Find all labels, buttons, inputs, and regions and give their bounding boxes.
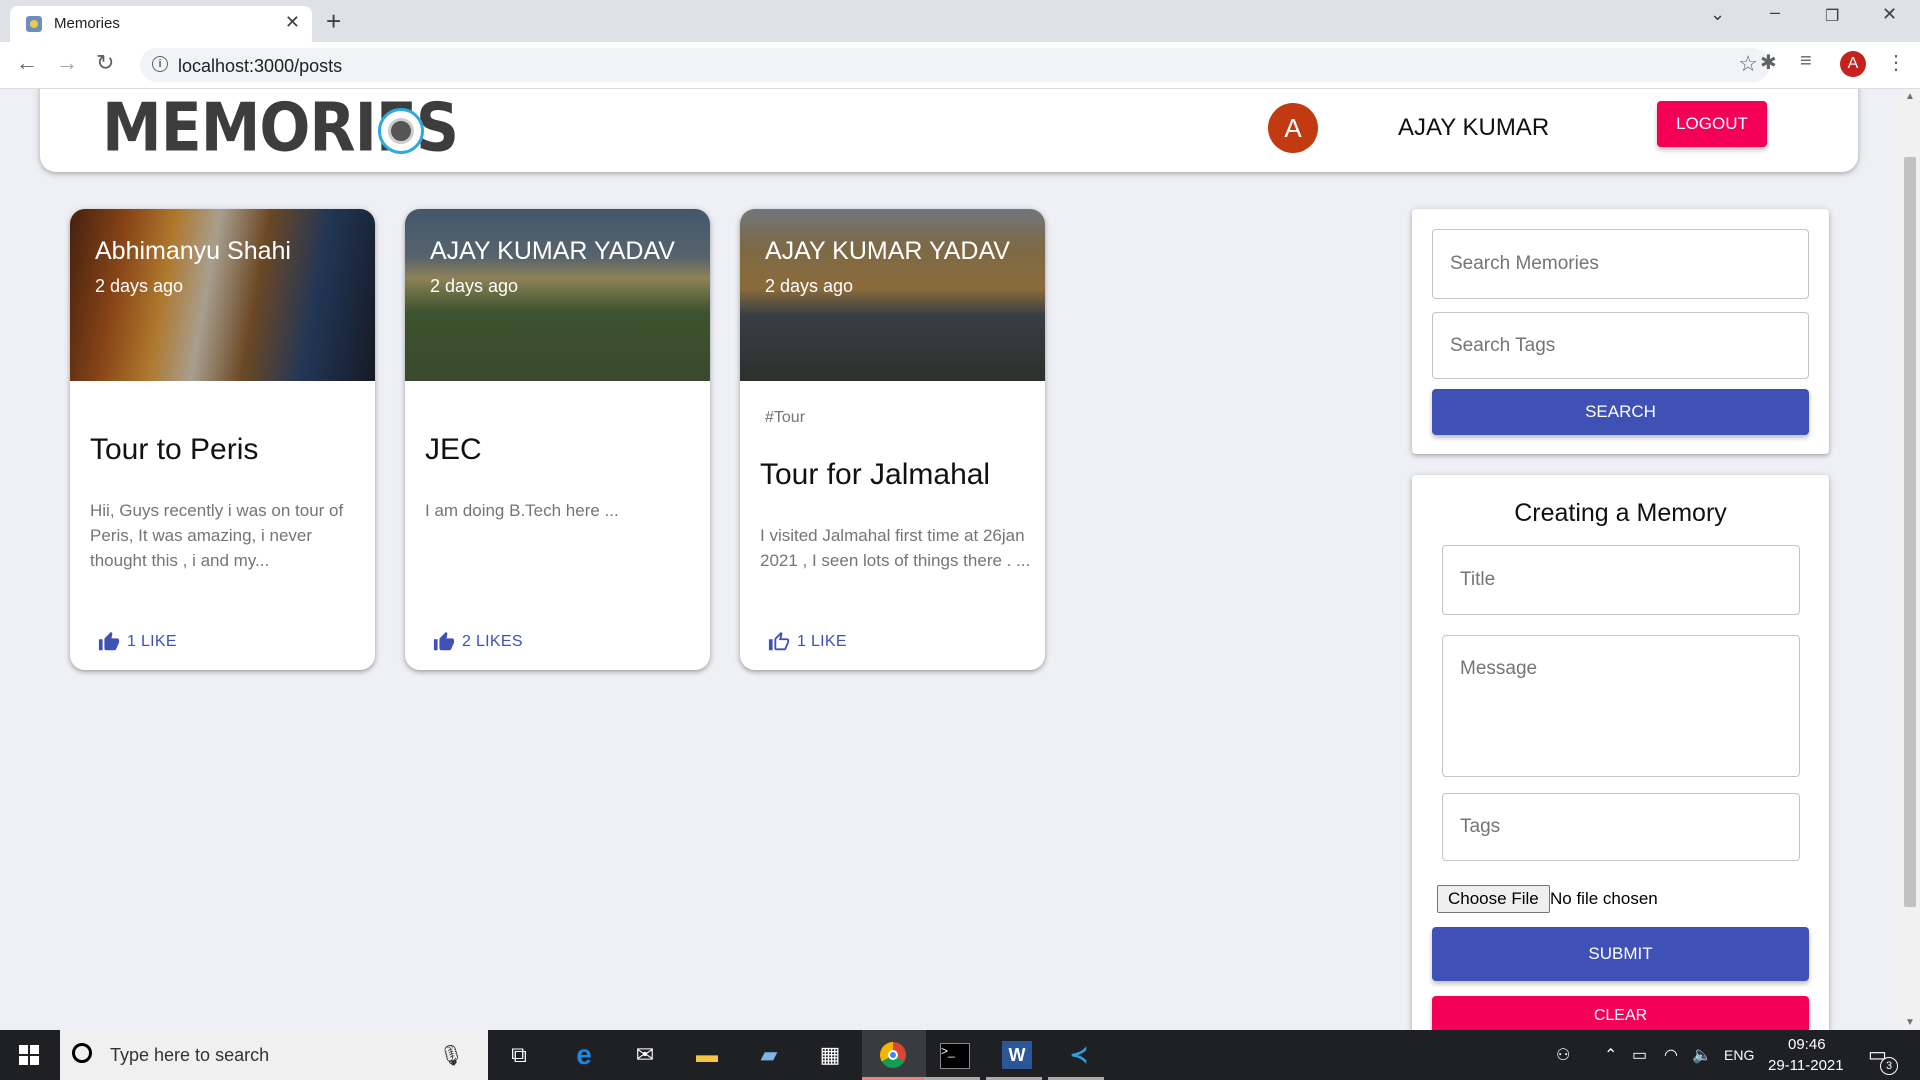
page-viewport: MEMORIES A AJAY KUMAR LOGOUT Abhimanyu S… — [0, 89, 1900, 1030]
windows-start-icon[interactable] — [19, 1045, 39, 1065]
search-panel: Search Memories Search Tags SEARCH — [1412, 209, 1829, 454]
tab-search-chevron-icon[interactable]: ⌄ — [1710, 4, 1725, 25]
close-tab-icon[interactable]: ✕ — [285, 12, 300, 33]
message-textarea[interactable]: Message — [1442, 635, 1800, 777]
like-count: 1 LIKE — [797, 633, 847, 650]
logout-button[interactable]: LOGOUT — [1657, 101, 1767, 147]
post-message: I visited Jalmahal first time at 26jan 2… — [760, 526, 1031, 570]
people-icon[interactable]: ⚇ — [1556, 1045, 1570, 1065]
site-info-icon[interactable]: i — [152, 56, 168, 72]
like-button[interactable]: 2 LIKES — [432, 628, 523, 656]
notification-count-badge: 3 — [1880, 1057, 1898, 1075]
post-title: Tour for Jalmahal — [760, 458, 991, 491]
terminal-icon[interactable]: >_ — [940, 1043, 970, 1069]
app-bar: MEMORIES A AJAY KUMAR LOGOUT — [40, 89, 1858, 172]
desktop-app-icon[interactable]: ▰ — [754, 1041, 784, 1069]
clear-button[interactable]: CLEAR — [1432, 996, 1809, 1030]
browser-tab[interactable]: Memories ✕ — [10, 6, 312, 42]
file-explorer-icon[interactable]: ▬ — [692, 1041, 722, 1069]
restore-icon[interactable]: ❐ — [1825, 6, 1839, 26]
page-scrollbar[interactable]: ▲ ▼ — [1900, 89, 1920, 1030]
language-indicator[interactable]: ENG — [1724, 1047, 1754, 1063]
wifi-icon[interactable]: ◠ — [1664, 1045, 1678, 1065]
taskbar-search-box[interactable]: Type here to search 🎙 — [60, 1030, 488, 1080]
close-window-icon[interactable]: ✕ — [1882, 4, 1897, 25]
volume-icon[interactable]: 🔈 — [1692, 1045, 1712, 1065]
address-bar[interactable]: i localhost:3000/posts ☆ — [140, 48, 1770, 82]
thumb-up-icon — [98, 631, 120, 651]
bookmark-star-icon[interactable]: ☆ — [1738, 51, 1758, 77]
post-author: AJAY KUMAR YADAV — [765, 237, 1010, 265]
forward-icon[interactable]: → — [56, 50, 78, 76]
post-time: 2 days ago — [95, 276, 184, 296]
clock-time[interactable]: 09:46 — [1788, 1036, 1826, 1053]
chrome-active-task[interactable] — [862, 1030, 926, 1080]
scroll-down-icon[interactable]: ▼ — [1905, 1017, 1915, 1028]
post-card: Abhimanyu Shahi 2 days ago Tour to Peris… — [70, 209, 375, 670]
browser-tabstrip: Memories ✕ + ⌄ – ❐ ✕ — [0, 0, 1920, 42]
post-message: I am doing B.Tech here ... — [425, 501, 619, 520]
title-input[interactable]: Title — [1442, 545, 1800, 615]
taskbar-search-placeholder: Type here to search — [110, 1045, 270, 1065]
post-message: Hii, Guys recently i was on tour of Peri… — [90, 501, 344, 570]
search-memories-input[interactable]: Search Memories — [1432, 229, 1809, 299]
new-tab-icon[interactable]: + — [326, 6, 341, 37]
form-title: Creating a Memory — [1514, 499, 1727, 527]
post-time: 2 days ago — [430, 276, 519, 296]
post-card: AJAY KUMAR YADAV 2 days ago JEC I am doi… — [405, 209, 710, 670]
user-name: AJAY KUMAR — [1398, 114, 1550, 141]
search-button[interactable]: SEARCH — [1432, 389, 1809, 435]
like-count: 2 LIKES — [462, 633, 523, 650]
minimize-icon[interactable]: – — [1770, 2, 1780, 23]
post-author: AJAY KUMAR YADAV — [430, 237, 675, 265]
tab-title: Memories — [54, 15, 120, 32]
mail-icon[interactable]: ✉ — [630, 1041, 660, 1069]
post-title: JEC — [425, 433, 482, 466]
windows-taskbar: Type here to search 🎙 ⧉ e ✉ ▬ ▰ ▦ >_ W ≺… — [0, 1030, 1920, 1080]
file-status: No file chosen — [1550, 889, 1658, 908]
post-card: AJAY KUMAR YADAV 2 days ago #Tour Tour f… — [740, 209, 1045, 670]
tags-input[interactable]: Tags — [1442, 793, 1800, 861]
battery-icon[interactable]: ▭ — [1632, 1045, 1647, 1065]
browser-toolbar: ← → ↻ i localhost:3000/posts ☆ ✱ ≡ A ⋮ — [0, 42, 1920, 89]
memories-favicon-icon — [26, 16, 42, 32]
scroll-thumb[interactable] — [1904, 157, 1916, 907]
post-time: 2 days ago — [765, 276, 854, 296]
post-author: Abhimanyu Shahi — [95, 237, 291, 265]
microsoft-store-icon[interactable]: ▦ — [815, 1041, 845, 1069]
user-avatar: A — [1268, 103, 1318, 153]
reload-icon[interactable]: ↻ — [96, 50, 114, 76]
like-count: 1 LIKE — [127, 633, 177, 650]
task-view-icon[interactable]: ⧉ — [504, 1041, 534, 1069]
microphone-icon[interactable]: 🎙 — [439, 1043, 464, 1068]
like-button[interactable]: 1 LIKE — [767, 628, 847, 656]
tray-chevron-icon[interactable]: ⌃ — [1604, 1045, 1617, 1065]
scroll-up-icon[interactable]: ▲ — [1905, 91, 1915, 102]
post-title: Tour to Peris — [90, 433, 259, 466]
cortana-circle-icon — [72, 1043, 92, 1063]
memories-logo-icon[interactable] — [378, 108, 424, 154]
vscode-icon[interactable]: ≺ — [1064, 1041, 1094, 1069]
media-queue-icon[interactable]: ≡ — [1800, 50, 1812, 73]
back-icon[interactable]: ← — [16, 50, 38, 76]
clock-date[interactable]: 29-11-2021 — [1768, 1057, 1844, 1074]
search-tags-input[interactable]: Search Tags — [1432, 312, 1809, 379]
thumb-up-outline-icon — [768, 631, 790, 651]
extensions-puzzle-icon[interactable]: ✱ — [1760, 50, 1777, 75]
word-icon[interactable]: W — [1002, 1041, 1032, 1069]
memory-form-panel: Creating a Memory Title Message Tags Cho… — [1412, 475, 1829, 1030]
chrome-icon-center — [888, 1050, 898, 1060]
choose-file-button[interactable]: Choose File — [1437, 885, 1550, 913]
browser-menu-icon[interactable]: ⋮ — [1886, 50, 1906, 75]
edge-browser-icon[interactable]: e — [569, 1041, 599, 1069]
browser-profile-avatar[interactable]: A — [1840, 51, 1866, 77]
post-tags: #Tour — [765, 409, 806, 426]
url-text[interactable]: localhost:3000/posts — [178, 56, 342, 77]
like-button[interactable]: 1 LIKE — [97, 628, 177, 656]
submit-button[interactable]: SUBMIT — [1432, 927, 1809, 981]
thumb-up-icon — [433, 631, 455, 651]
